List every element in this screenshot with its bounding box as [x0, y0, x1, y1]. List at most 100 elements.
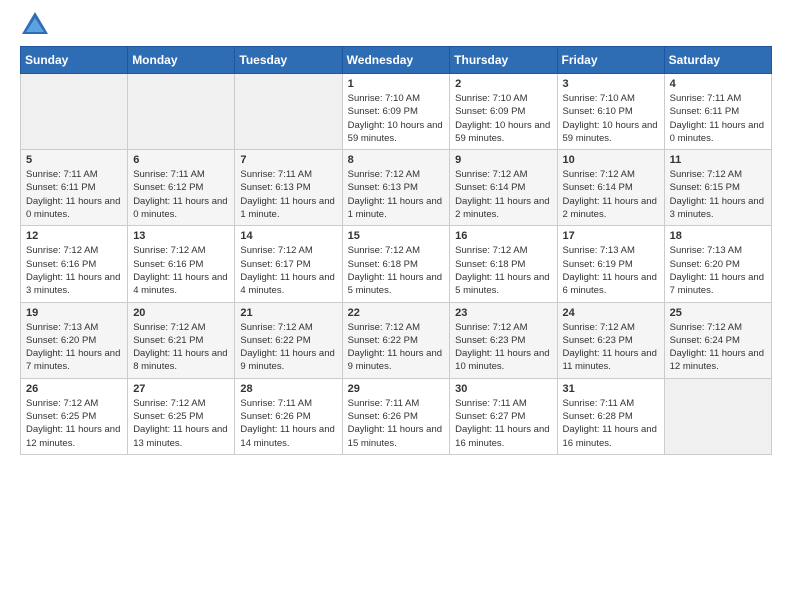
calendar-cell: 11 Sunrise: 7:12 AMSunset: 6:15 PMDayligh… [664, 150, 771, 226]
calendar-cell: 3 Sunrise: 7:10 AMSunset: 6:10 PMDaylight… [557, 74, 664, 150]
cell-content: Sunrise: 7:12 AMSunset: 6:18 PMDaylight:… [455, 244, 551, 297]
day-number: 24 [563, 307, 659, 319]
day-number: 10 [563, 154, 659, 166]
calendar-cell: 31Sunrise: 7:11 AMSunset: 6:28 PMDayligh… [557, 378, 664, 454]
calendar-header-saturday: Saturday [664, 47, 771, 74]
cell-content: Sunrise: 7:13 AMSunset: 6:20 PMDaylight:… [670, 244, 766, 297]
day-number: 20 [133, 307, 229, 319]
calendar-cell: 26 Sunrise: 7:12 AMSunset: 6:25 PMDayligh… [21, 378, 128, 454]
calendar-week-4: 19 Sunrise: 7:13 AMSunset: 6:20 PMDayligh… [21, 302, 772, 378]
calendar-cell: 22 Sunrise: 7:12 AMSunset: 6:22 PMDayligh… [342, 302, 450, 378]
calendar-cell: 30 Sunrise: 7:11 AMSunset: 6:27 PMDayligh… [450, 378, 557, 454]
calendar-header-thursday: Thursday [450, 47, 557, 74]
cell-content: Sunrise: 7:12 AMSunset: 6:23 PMDaylight:… [455, 321, 551, 374]
calendar-cell: 28 Sunrise: 7:11 AMSunset: 6:26 PMDayligh… [235, 378, 342, 454]
day-number: 6 [133, 154, 229, 166]
day-number: 18 [670, 230, 766, 242]
calendar-cell: 10 Sunrise: 7:12 AMSunset: 6:14 PMDayligh… [557, 150, 664, 226]
cell-content: Sunrise: 7:12 AMSunset: 6:23 PMDaylight:… [563, 321, 659, 374]
day-number: 28 [240, 383, 336, 395]
calendar-week-2: 5Sunrise: 7:11 AMSunset: 6:11 PMDaylight… [21, 150, 772, 226]
calendar-header-row: SundayMondayTuesdayWednesdayThursdayFrid… [21, 47, 772, 74]
calendar-week-1: 1 Sunrise: 7:10 AMSunset: 6:09 PMDaylight… [21, 74, 772, 150]
cell-content: Sunrise: 7:12 AMSunset: 6:22 PMDaylight:… [348, 321, 445, 374]
cell-content: Sunrise: 7:12 AMSunset: 6:14 PMDaylight:… [455, 168, 551, 221]
day-number: 30 [455, 383, 551, 395]
calendar-cell: 27Sunrise: 7:12 AMSunset: 6:25 PMDayligh… [128, 378, 235, 454]
day-number: 29 [348, 383, 445, 395]
calendar-cell: 20 Sunrise: 7:12 AMSunset: 6:21 PMDayligh… [128, 302, 235, 378]
cell-content: Sunrise: 7:13 AMSunset: 6:20 PMDaylight:… [26, 321, 122, 374]
cell-content: Sunrise: 7:10 AMSunset: 6:10 PMDaylight:… [563, 92, 659, 145]
cell-content: Sunrise: 7:12 AMSunset: 6:16 PMDaylight:… [133, 244, 229, 297]
day-number: 5 [26, 154, 122, 166]
day-number: 1 [348, 78, 445, 90]
calendar-cell: 13 Sunrise: 7:12 AMSunset: 6:16 PMDayligh… [128, 226, 235, 302]
day-number: 16 [455, 230, 551, 242]
day-number: 22 [348, 307, 445, 319]
calendar-cell: 1 Sunrise: 7:10 AMSunset: 6:09 PMDaylight… [342, 74, 450, 150]
calendar-cell [21, 74, 128, 150]
cell-content: Sunrise: 7:12 AMSunset: 6:22 PMDaylight:… [240, 321, 336, 374]
cell-content: Sunrise: 7:11 AMSunset: 6:13 PMDaylight:… [240, 168, 336, 221]
cell-content: Sunrise: 7:10 AMSunset: 6:09 PMDaylight:… [455, 92, 551, 145]
cell-content: Sunrise: 7:11 AMSunset: 6:28 PMDaylight:… [563, 397, 659, 450]
day-number: 26 [26, 383, 122, 395]
day-number: 9 [455, 154, 551, 166]
calendar-week-5: 26 Sunrise: 7:12 AMSunset: 6:25 PMDayligh… [21, 378, 772, 454]
calendar-cell: 17 Sunrise: 7:13 AMSunset: 6:19 PMDayligh… [557, 226, 664, 302]
cell-content: Sunrise: 7:11 AMSunset: 6:11 PMDaylight:… [670, 92, 766, 145]
cell-content: Sunrise: 7:12 AMSunset: 6:25 PMDaylight:… [133, 397, 229, 450]
cell-content: Sunrise: 7:12 AMSunset: 6:14 PMDaylight:… [563, 168, 659, 221]
day-number: 11 [670, 154, 766, 166]
calendar-cell: 24 Sunrise: 7:12 AMSunset: 6:23 PMDayligh… [557, 302, 664, 378]
calendar-cell: 18 Sunrise: 7:13 AMSunset: 6:20 PMDayligh… [664, 226, 771, 302]
calendar-header-wednesday: Wednesday [342, 47, 450, 74]
calendar-cell: 6 Sunrise: 7:11 AMSunset: 6:12 PMDaylight… [128, 150, 235, 226]
cell-content: Sunrise: 7:11 AMSunset: 6:26 PMDaylight:… [240, 397, 336, 450]
cell-content: Sunrise: 7:10 AMSunset: 6:09 PMDaylight:… [348, 92, 445, 145]
cell-content: Sunrise: 7:12 AMSunset: 6:21 PMDaylight:… [133, 321, 229, 374]
calendar-cell [128, 74, 235, 150]
logo [20, 10, 54, 40]
calendar-cell: 15Sunrise: 7:12 AMSunset: 6:18 PMDayligh… [342, 226, 450, 302]
calendar-cell: 5Sunrise: 7:11 AMSunset: 6:11 PMDaylight… [21, 150, 128, 226]
day-number: 23 [455, 307, 551, 319]
calendar-cell: 2 Sunrise: 7:10 AMSunset: 6:09 PMDaylight… [450, 74, 557, 150]
cell-content: Sunrise: 7:12 AMSunset: 6:15 PMDaylight:… [670, 168, 766, 221]
calendar-cell: 8 Sunrise: 7:12 AMSunset: 6:13 PMDaylight… [342, 150, 450, 226]
cell-content: Sunrise: 7:13 AMSunset: 6:19 PMDaylight:… [563, 244, 659, 297]
day-number: 14 [240, 230, 336, 242]
cell-content: Sunrise: 7:12 AMSunset: 6:17 PMDaylight:… [240, 244, 336, 297]
calendar-table: SundayMondayTuesdayWednesdayThursdayFrid… [20, 46, 772, 455]
cell-content: Sunrise: 7:11 AMSunset: 6:27 PMDaylight:… [455, 397, 551, 450]
day-number: 7 [240, 154, 336, 166]
day-number: 3 [563, 78, 659, 90]
day-number: 19 [26, 307, 122, 319]
calendar-cell: 7 Sunrise: 7:11 AMSunset: 6:13 PMDaylight… [235, 150, 342, 226]
page-header [20, 10, 772, 40]
calendar-header-monday: Monday [128, 47, 235, 74]
calendar-cell: 4 Sunrise: 7:11 AMSunset: 6:11 PMDaylight… [664, 74, 771, 150]
cell-content: Sunrise: 7:12 AMSunset: 6:24 PMDaylight:… [670, 321, 766, 374]
calendar-week-3: 12Sunrise: 7:12 AMSunset: 6:16 PMDayligh… [21, 226, 772, 302]
calendar-cell: 25 Sunrise: 7:12 AMSunset: 6:24 PMDayligh… [664, 302, 771, 378]
day-number: 2 [455, 78, 551, 90]
calendar-cell: 16 Sunrise: 7:12 AMSunset: 6:18 PMDayligh… [450, 226, 557, 302]
calendar-cell: 29Sunrise: 7:11 AMSunset: 6:26 PMDayligh… [342, 378, 450, 454]
calendar-header-friday: Friday [557, 47, 664, 74]
cell-content: Sunrise: 7:12 AMSunset: 6:16 PMDaylight:… [26, 244, 122, 297]
calendar-cell: 21Sunrise: 7:12 AMSunset: 6:22 PMDayligh… [235, 302, 342, 378]
calendar-header-tuesday: Tuesday [235, 47, 342, 74]
cell-content: Sunrise: 7:11 AMSunset: 6:12 PMDaylight:… [133, 168, 229, 221]
day-number: 4 [670, 78, 766, 90]
day-number: 15 [348, 230, 445, 242]
cell-content: Sunrise: 7:12 AMSunset: 6:25 PMDaylight:… [26, 397, 122, 450]
day-number: 25 [670, 307, 766, 319]
day-number: 13 [133, 230, 229, 242]
day-number: 8 [348, 154, 445, 166]
day-number: 17 [563, 230, 659, 242]
calendar-cell: 12Sunrise: 7:12 AMSunset: 6:16 PMDayligh… [21, 226, 128, 302]
cell-content: Sunrise: 7:12 AMSunset: 6:13 PMDaylight:… [348, 168, 445, 221]
calendar-cell: 14 Sunrise: 7:12 AMSunset: 6:17 PMDayligh… [235, 226, 342, 302]
